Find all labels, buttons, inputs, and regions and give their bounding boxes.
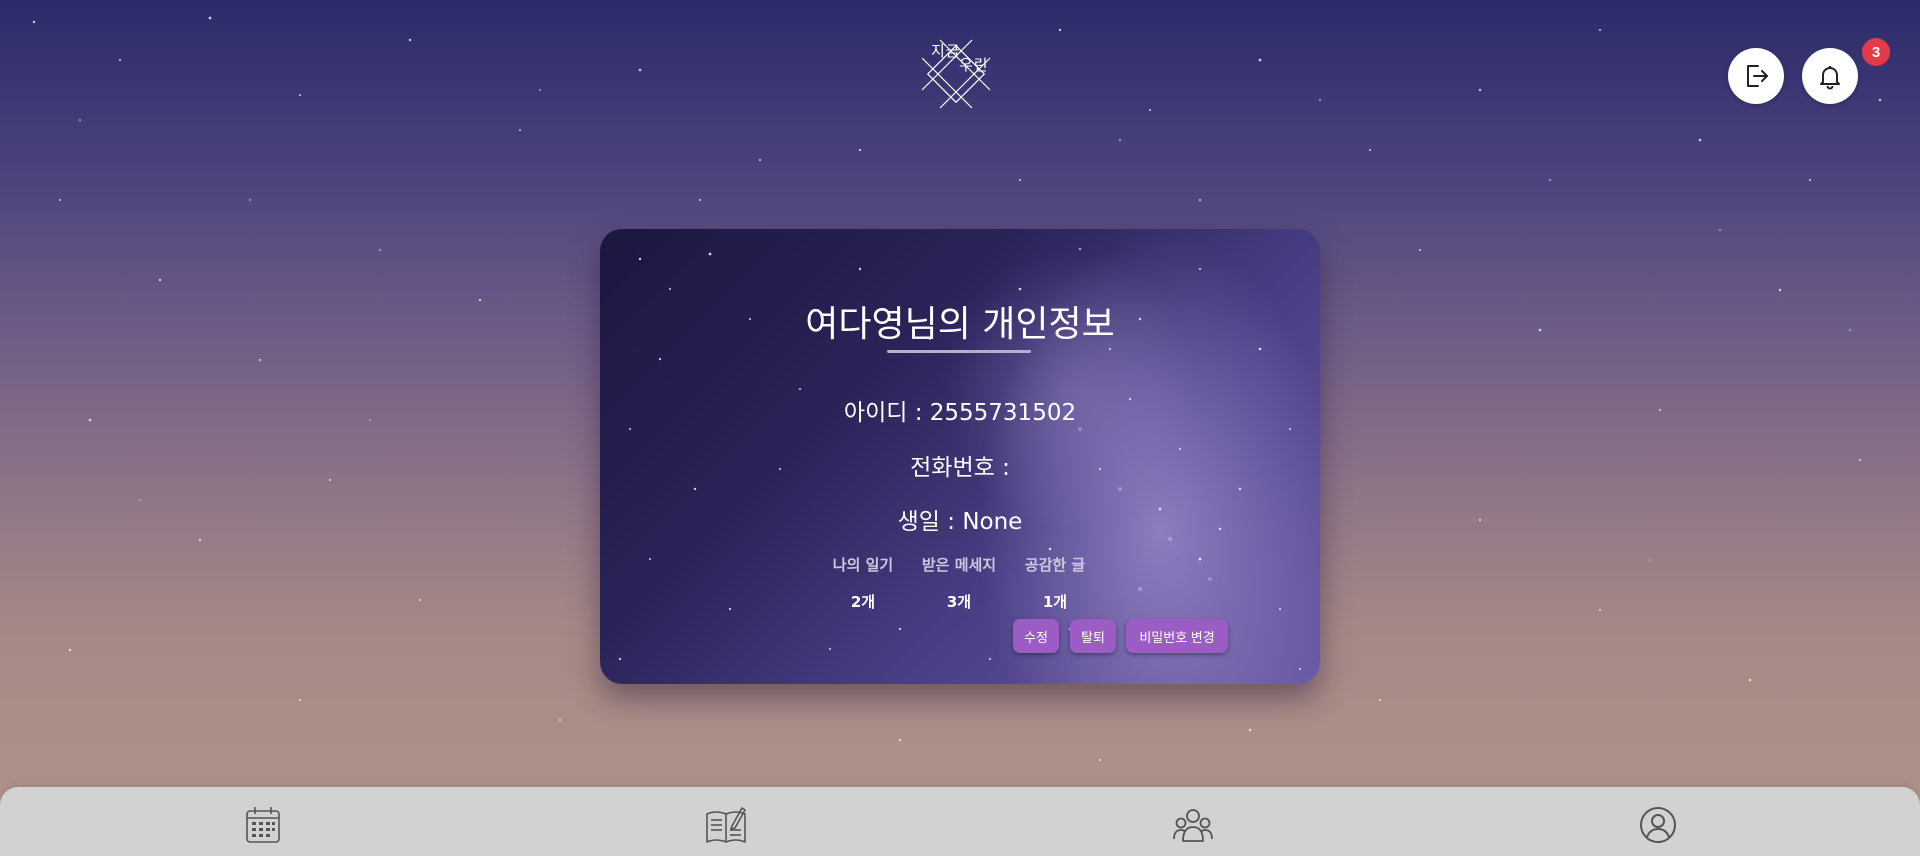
nav-diary[interactable] <box>704 803 748 847</box>
stat-label-diary: 나의 일기 <box>832 556 894 574</box>
community-icon <box>1173 809 1213 842</box>
bell-icon <box>1820 66 1840 90</box>
profile-icon <box>1640 807 1676 843</box>
notification-button[interactable] <box>1802 48 1858 104</box>
edit-button[interactable]: 수정 <box>1013 619 1059 653</box>
logout-icon <box>1747 65 1768 87</box>
stat-value-liked: 1개 <box>1042 593 1068 611</box>
calendar-icon <box>246 807 280 843</box>
birthday-text: 생일 : None <box>897 509 1023 535</box>
change-password-button[interactable]: 비밀번호 변경 <box>1126 619 1228 653</box>
withdraw-button[interactable]: 탈퇴 <box>1070 619 1116 653</box>
profile-card: 여다영님의 개인정보 아이디 : 2555731502 전화번호 : 생일 : … <box>600 229 1320 684</box>
notification-badge: 3 <box>1862 38 1890 66</box>
logout-button[interactable] <box>1728 48 1784 104</box>
user-id-text: 아이디 : 2555731502 <box>843 400 1077 426</box>
stat-label-messages: 받은 메세지 <box>921 556 997 574</box>
logo-text: 지금 우린 <box>931 44 989 74</box>
nav-calendar[interactable] <box>241 803 285 847</box>
stat-value-messages: 3개 <box>946 593 972 611</box>
title-underline <box>887 350 1031 353</box>
phone-text: 전화번호 : <box>910 455 1010 481</box>
profile-title: 여다영님의 개인정보 <box>805 304 1115 345</box>
bottom-navigation <box>0 787 1920 856</box>
nav-profile[interactable] <box>1636 803 1680 847</box>
logo-text-line-2: 우린 <box>959 56 989 74</box>
stat-value-diary: 2개 <box>850 593 876 611</box>
stat-label-liked: 공감한 글 <box>1024 556 1086 574</box>
diary-icon <box>706 807 746 843</box>
nav-community[interactable] <box>1171 803 1215 847</box>
